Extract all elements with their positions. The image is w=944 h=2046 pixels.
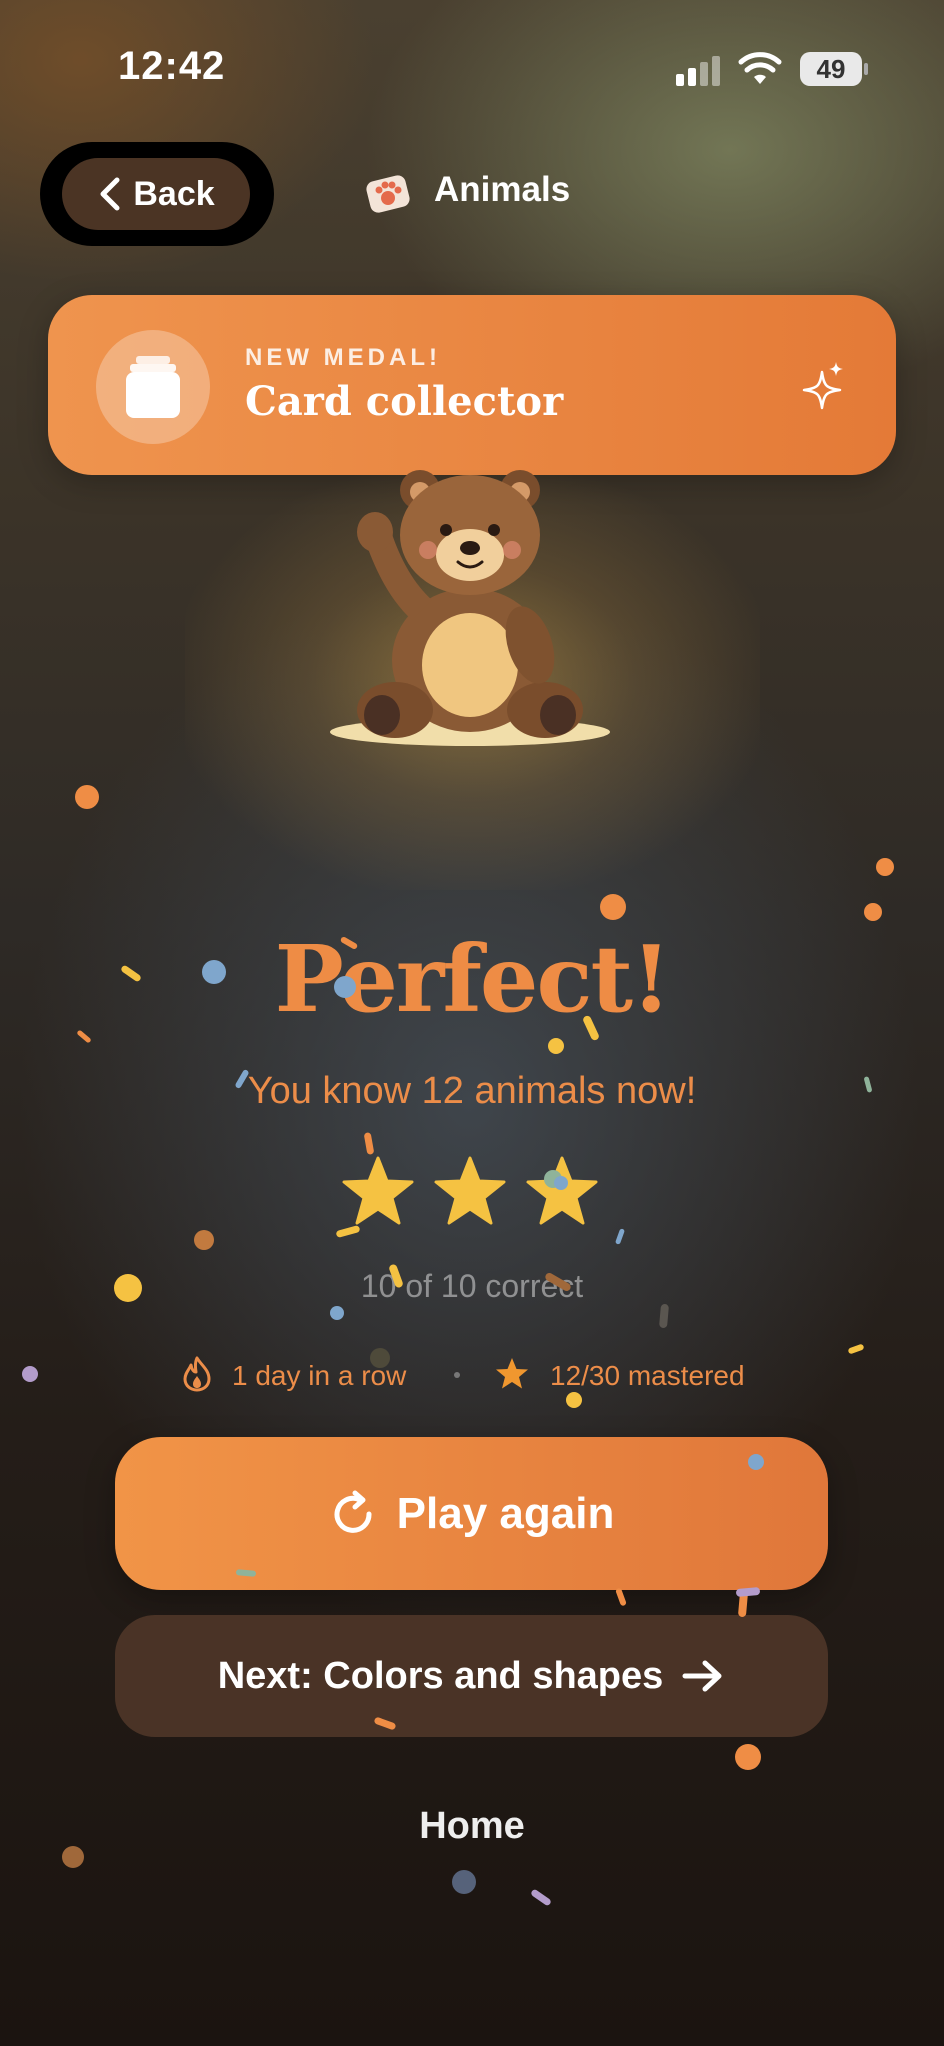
next-lesson-label: Next: Colors and shapes bbox=[217, 1654, 664, 1697]
battery-tip bbox=[864, 63, 868, 75]
back-button[interactable]: Back bbox=[62, 158, 250, 230]
streak-text: 1 day in a row bbox=[232, 1360, 407, 1391]
wifi-icon bbox=[738, 52, 782, 84]
confetti bbox=[452, 1870, 476, 1894]
waving-teddy-bear-illustration bbox=[330, 470, 610, 746]
stats-separator bbox=[454, 1372, 460, 1378]
star-icon bbox=[526, 1156, 598, 1225]
back-button-label: Back bbox=[133, 174, 215, 213]
confetti bbox=[735, 1744, 761, 1770]
confetti bbox=[864, 903, 882, 921]
confetti bbox=[737, 1590, 749, 1618]
category-title: Animals bbox=[434, 170, 571, 209]
medal-title: Card collector bbox=[245, 378, 564, 425]
confetti bbox=[363, 1132, 375, 1155]
paw-print-icon bbox=[366, 175, 410, 213]
mastered-text: 12/30 mastered bbox=[550, 1360, 745, 1391]
confetti bbox=[876, 858, 894, 876]
confetti bbox=[529, 1888, 553, 1907]
confetti bbox=[566, 1392, 582, 1408]
confetti bbox=[75, 785, 99, 809]
confetti bbox=[847, 1343, 865, 1355]
chevron-left-icon bbox=[100, 177, 120, 211]
refresh-icon bbox=[334, 1490, 372, 1533]
sparkle-icon bbox=[802, 362, 843, 410]
confetti bbox=[658, 1303, 670, 1329]
medal-kicker: NEW MEDAL! bbox=[245, 344, 441, 371]
arrow-right-icon bbox=[682, 1660, 722, 1692]
result-subtitle: You know 12 animals now! bbox=[247, 1070, 697, 1112]
star-rating bbox=[340, 1155, 600, 1227]
result-headline: Perfect! bbox=[274, 925, 672, 1033]
star-icon bbox=[434, 1156, 506, 1225]
home-link[interactable]: Home bbox=[0, 1805, 944, 1848]
status-time: 12:42 bbox=[118, 44, 226, 88]
confetti bbox=[194, 1230, 214, 1250]
confetti bbox=[330, 1306, 344, 1320]
confetti bbox=[600, 894, 626, 920]
star-icon bbox=[496, 1358, 528, 1389]
next-lesson-button[interactable]: Next: Colors and shapes bbox=[115, 1615, 828, 1737]
play-again-button[interactable]: Play again bbox=[115, 1437, 828, 1590]
card-stack-icon bbox=[126, 356, 180, 418]
cellular-signal-icon bbox=[676, 56, 720, 86]
battery-icon: 49 bbox=[800, 52, 862, 86]
flame-icon bbox=[183, 1356, 211, 1392]
confetti bbox=[614, 1228, 626, 1245]
star-icon bbox=[342, 1156, 414, 1225]
play-again-label: Play again bbox=[396, 1488, 615, 1538]
confetti bbox=[62, 1846, 84, 1868]
confetti bbox=[548, 1038, 564, 1054]
confetti bbox=[22, 1366, 38, 1382]
confetti bbox=[615, 1587, 627, 1607]
score-text: 10 of 10 correct bbox=[360, 1268, 584, 1304]
